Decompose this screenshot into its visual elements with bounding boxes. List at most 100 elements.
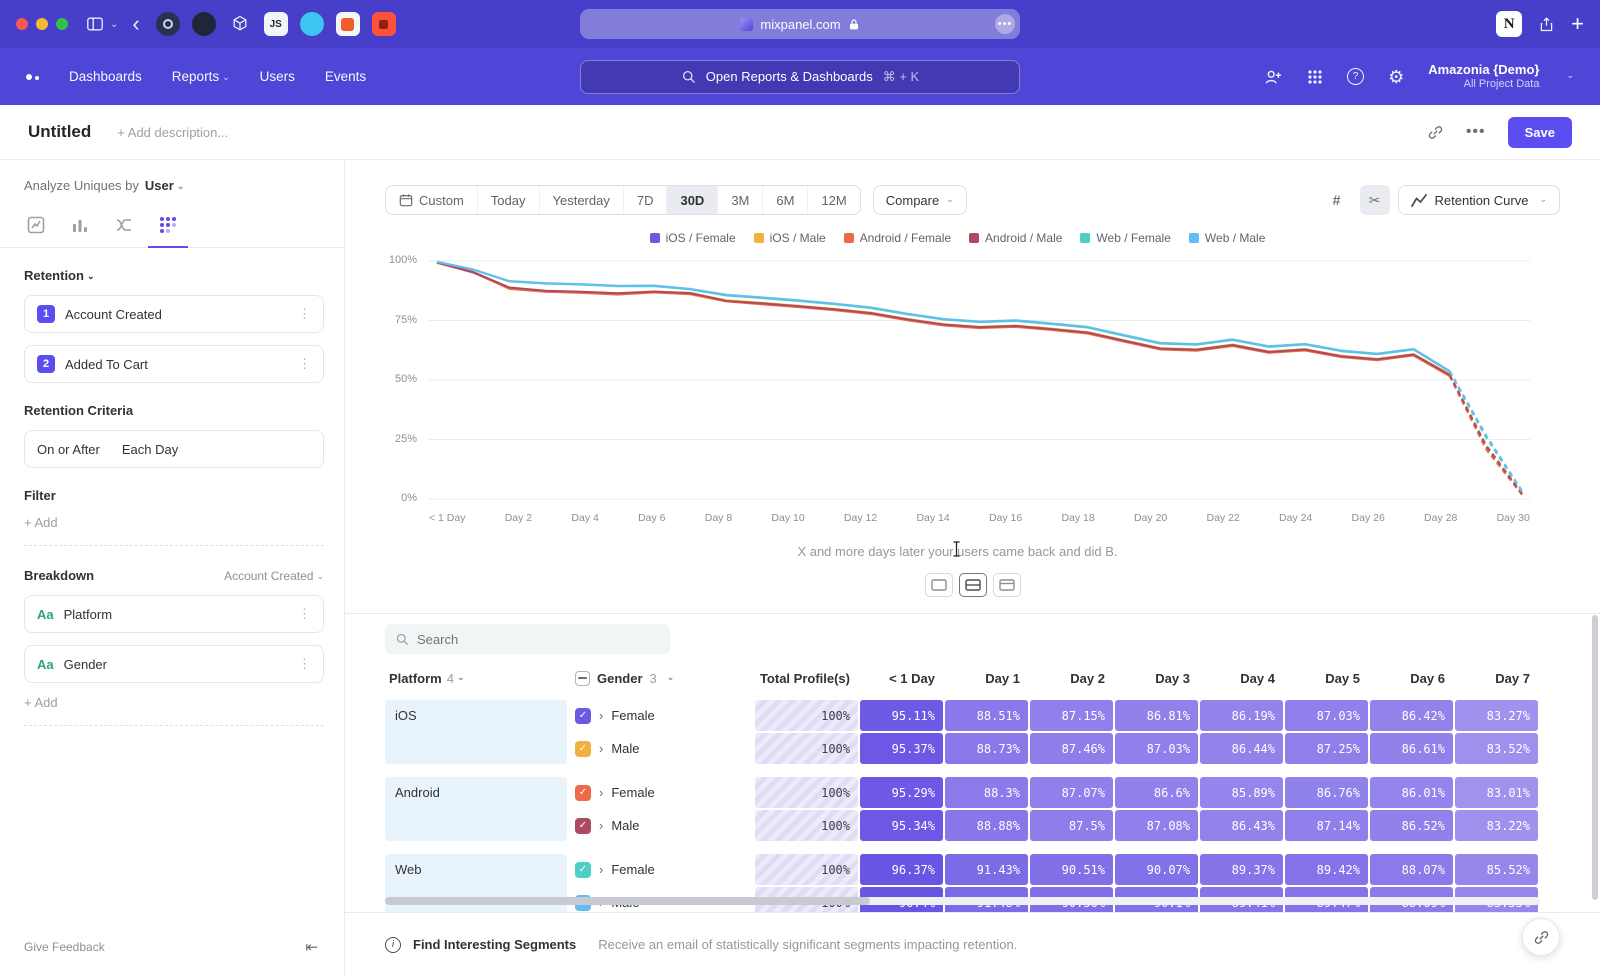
extension-js-icon[interactable]: JS: [264, 12, 288, 36]
retention-cell[interactable]: 87.15%: [1030, 700, 1113, 731]
retention-step-1[interactable]: 1 Account Created ⋮: [24, 295, 324, 333]
retention-cell[interactable]: 86.52%: [1370, 810, 1453, 841]
window-close-button[interactable]: [16, 18, 28, 30]
retention-cell[interactable]: 95.37%: [860, 733, 943, 764]
retention-cell[interactable]: 83.27%: [1455, 700, 1538, 731]
retention-cell[interactable]: 90.07%: [1115, 854, 1198, 885]
chevron-right-icon[interactable]: ›: [599, 818, 603, 833]
extension-cube-icon[interactable]: [228, 12, 252, 36]
horizontal-scrollbar[interactable]: [385, 897, 1540, 905]
retention-cell[interactable]: 86.76%: [1285, 777, 1368, 808]
column-header-gender[interactable]: Gender3⌄: [575, 671, 755, 686]
extension-target-icon[interactable]: [156, 12, 180, 36]
step-options-icon[interactable]: ⋮: [298, 356, 311, 372]
retention-chart[interactable]: 100%75%50%25%0% < 1 DayDay 2Day 4Day 6Da…: [385, 255, 1530, 527]
window-minimize-button[interactable]: [36, 18, 48, 30]
save-button[interactable]: Save: [1508, 117, 1572, 148]
retention-cell[interactable]: 86.61%: [1370, 733, 1453, 764]
range-12m[interactable]: 12M: [808, 186, 859, 214]
retention-cell[interactable]: 87.08%: [1115, 810, 1198, 841]
retention-cell[interactable]: 88.51%: [945, 700, 1028, 731]
share-link-fab[interactable]: [1522, 918, 1560, 956]
chevron-right-icon[interactable]: ›: [599, 862, 603, 877]
total-profiles-cell[interactable]: 100%: [755, 810, 858, 841]
retention-cell[interactable]: 86.6%: [1115, 777, 1198, 808]
total-profiles-cell[interactable]: 100%: [755, 854, 858, 885]
retention-cell[interactable]: 86.81%: [1115, 700, 1198, 731]
retention-cell[interactable]: 85.52%: [1455, 854, 1538, 885]
retention-cell[interactable]: 86.01%: [1370, 777, 1453, 808]
breakdown-options-icon[interactable]: ⋮: [298, 606, 311, 622]
chevron-right-icon[interactable]: ›: [599, 785, 603, 800]
share-icon[interactable]: [1538, 16, 1555, 33]
retention-cell[interactable]: 95.11%: [860, 700, 943, 731]
legend-item[interactable]: Web / Male: [1189, 231, 1265, 245]
retention-cell[interactable]: 86.19%: [1200, 700, 1283, 731]
find-segments-link[interactable]: Find Interesting Segments: [413, 937, 576, 952]
total-profiles-cell[interactable]: 100%: [755, 700, 858, 731]
retention-cell[interactable]: 95.29%: [860, 777, 943, 808]
retention-cell[interactable]: 83.52%: [1455, 733, 1538, 764]
platform-cell[interactable]: Android: [385, 777, 567, 841]
gear-icon[interactable]: ⚙: [1388, 68, 1404, 86]
select-all-checkbox[interactable]: [575, 671, 590, 686]
chevron-right-icon[interactable]: ›: [599, 741, 603, 756]
row-checkbox[interactable]: ✓: [575, 785, 591, 801]
slice-icon-button[interactable]: ✂: [1360, 185, 1390, 215]
tab-funnels-icon[interactable]: [70, 215, 90, 235]
breakdown-scope-dropdown[interactable]: Account Created⌄: [224, 569, 324, 583]
row-checkbox[interactable]: ✓: [575, 741, 591, 757]
window-zoom-button[interactable]: [56, 18, 68, 30]
breakdown-platform[interactable]: Aa Platform ⋮: [24, 595, 324, 633]
retention-cell[interactable]: 86.44%: [1200, 733, 1283, 764]
range-yesterday[interactable]: Yesterday: [540, 186, 624, 214]
extension-red-icon[interactable]: [372, 12, 396, 36]
range-today[interactable]: Today: [478, 186, 540, 214]
table-search[interactable]: [385, 624, 670, 654]
notion-icon[interactable]: N: [1496, 11, 1522, 37]
platform-cell[interactable]: Web: [385, 854, 567, 918]
retention-cell[interactable]: 88.73%: [945, 733, 1028, 764]
retention-cell[interactable]: 86.42%: [1370, 700, 1453, 731]
copy-link-icon[interactable]: [1427, 124, 1444, 141]
retention-cell[interactable]: 85.89%: [1200, 777, 1283, 808]
hash-icon-button[interactable]: #: [1322, 185, 1352, 215]
retention-cell[interactable]: 89.42%: [1285, 854, 1368, 885]
retention-cell[interactable]: 96.37%: [860, 854, 943, 885]
retention-step-2[interactable]: 2 Added To Cart ⋮: [24, 345, 324, 383]
retention-cell[interactable]: 90.51%: [1030, 854, 1113, 885]
add-filter-button[interactable]: + Add: [24, 515, 324, 546]
view-table-only-button[interactable]: [993, 573, 1021, 597]
vertical-scrollbar[interactable]: [1592, 615, 1598, 900]
range-6m[interactable]: 6M: [763, 186, 808, 214]
nav-reports[interactable]: Reports⌄: [172, 69, 230, 84]
breakdown-gender[interactable]: Aa Gender ⋮: [24, 645, 324, 683]
retention-line-chart[interactable]: [429, 255, 1530, 505]
criteria-interval[interactable]: Each Day: [122, 442, 178, 457]
report-title[interactable]: Untitled: [28, 122, 91, 142]
retention-cell[interactable]: 86.43%: [1200, 810, 1283, 841]
nav-events[interactable]: Events: [325, 69, 366, 84]
table-search-input[interactable]: [417, 632, 637, 647]
invite-user-icon[interactable]: [1263, 68, 1283, 86]
retention-cell[interactable]: 87.07%: [1030, 777, 1113, 808]
retention-cell[interactable]: 89.37%: [1200, 854, 1283, 885]
retention-cell[interactable]: 88.3%: [945, 777, 1028, 808]
browser-sidebar-toggle-icon[interactable]: [86, 15, 104, 33]
legend-item[interactable]: Android / Female: [844, 231, 951, 245]
range-30d[interactable]: 30D: [667, 186, 718, 214]
tab-retention-icon[interactable]: [158, 215, 178, 235]
retention-section-title[interactable]: Retention⌄: [24, 268, 324, 283]
legend-item[interactable]: iOS / Female: [650, 231, 736, 245]
retention-criteria-selector[interactable]: On or After Each Day: [24, 430, 324, 468]
extension-dark-icon[interactable]: [192, 12, 216, 36]
compare-button[interactable]: Compare⌄: [873, 185, 967, 215]
retention-cell[interactable]: 87.03%: [1115, 733, 1198, 764]
view-chart-only-button[interactable]: [925, 573, 953, 597]
mixpanel-logo[interactable]: [26, 74, 39, 80]
criteria-mode[interactable]: On or After: [37, 442, 100, 457]
step-options-icon[interactable]: ⋮: [298, 306, 311, 322]
add-description-button[interactable]: + Add description...: [117, 125, 228, 140]
row-checkbox[interactable]: ✓: [575, 862, 591, 878]
breakdown-options-icon[interactable]: ⋮: [298, 656, 311, 672]
